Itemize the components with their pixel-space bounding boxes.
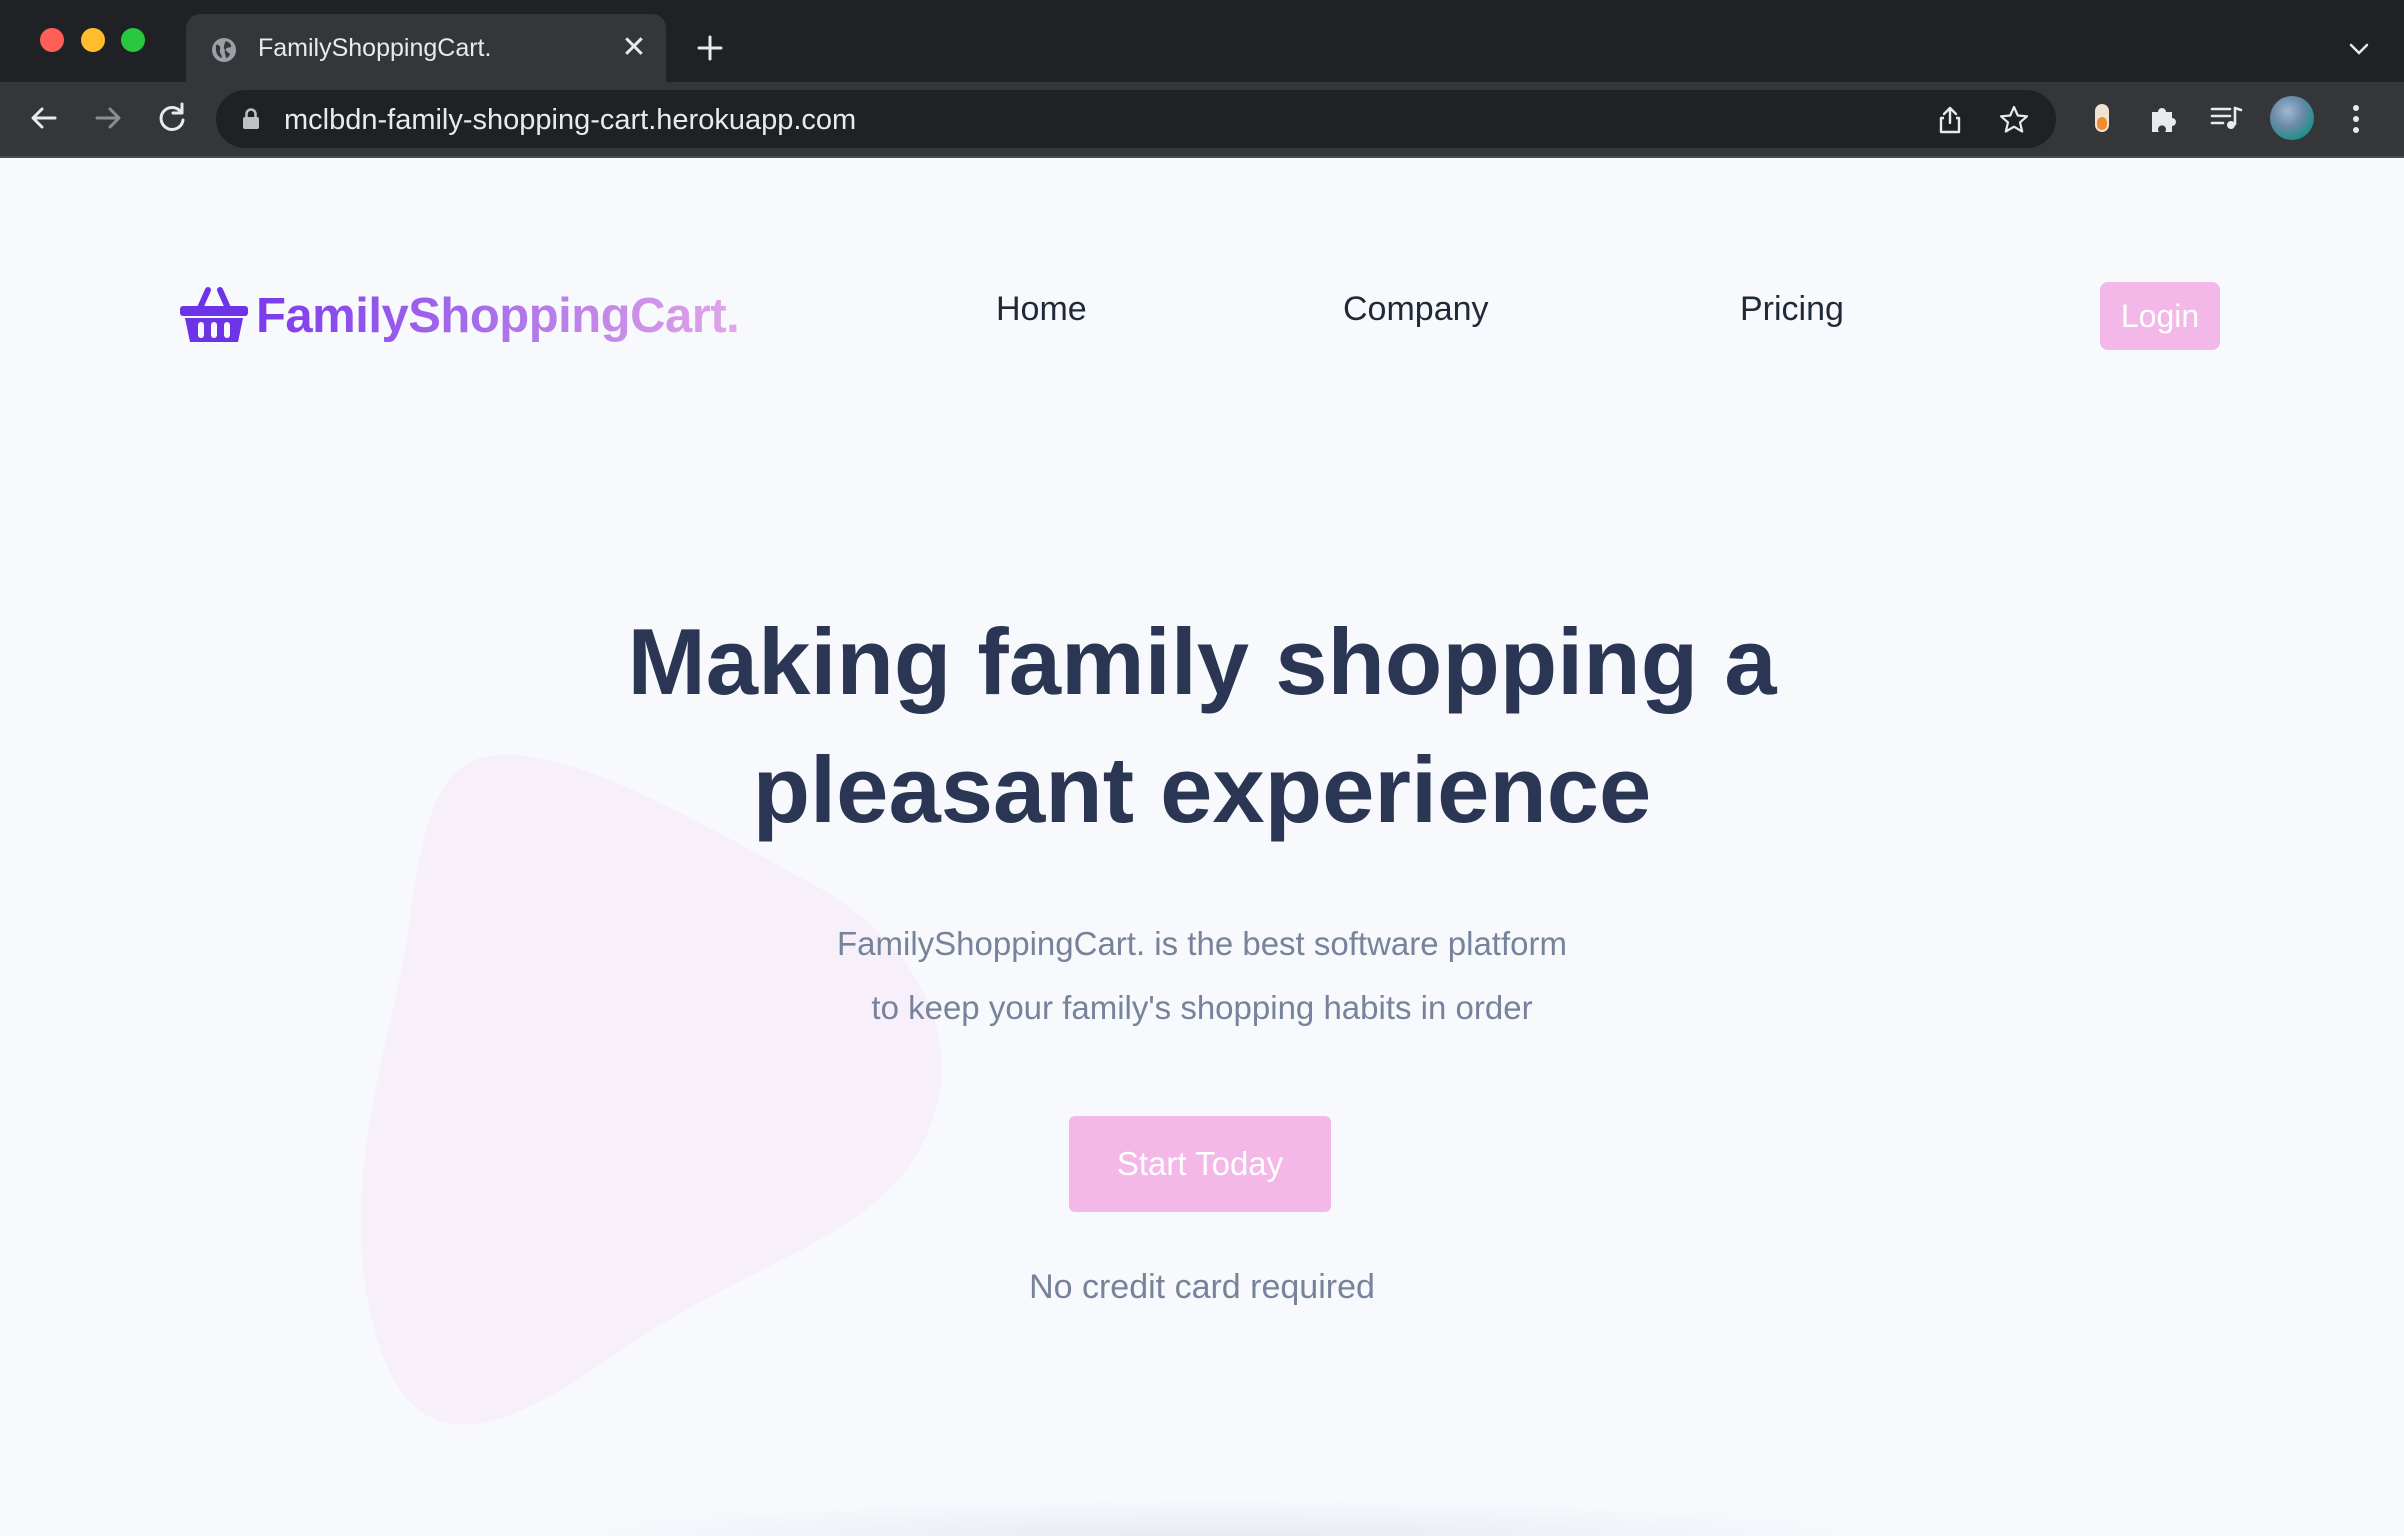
section-shadow: [520, 1498, 1920, 1536]
forward-arrow-icon[interactable]: [88, 98, 128, 138]
extension-icon[interactable]: [2084, 100, 2120, 136]
hero-subtitle-line-1: FamilyShoppingCart. is the best software…: [837, 925, 1567, 962]
decorative-blob: [360, 754, 942, 1425]
hero-title: Making family shopping a pleasant experi…: [402, 598, 2002, 854]
start-today-button[interactable]: Start Today: [1069, 1116, 1331, 1212]
back-arrow-icon[interactable]: [24, 98, 64, 138]
plus-icon[interactable]: [690, 28, 730, 68]
lock-icon[interactable]: [242, 108, 260, 130]
url-text[interactable]: mclbdn-family-shopping-cart.herokuapp.co…: [284, 104, 856, 137]
tab-title: FamilyShoppingCart.: [258, 34, 492, 62]
puzzle-icon[interactable]: [2146, 100, 2182, 136]
brand-logo-link[interactable]: FamilyShoppingCart.: [178, 284, 740, 348]
basket-icon: [180, 287, 248, 342]
nav-link-pricing[interactable]: Pricing: [1740, 290, 1844, 329]
hero-title-line-1: Making family shopping a: [627, 609, 1777, 714]
minimize-window-button[interactable]: [81, 28, 105, 52]
star-icon[interactable]: [1998, 104, 2030, 136]
nav-link-company[interactable]: Company: [1343, 290, 1489, 329]
browser-tab[interactable]: FamilyShoppingCart. ✕: [186, 14, 666, 82]
login-button[interactable]: Login: [2100, 282, 2220, 350]
brand-name: FamilyShoppingCart.: [256, 289, 740, 343]
reload-icon[interactable]: [152, 98, 192, 138]
page-viewport: FamilyShoppingCart. Home Company Pricing…: [0, 158, 2404, 1536]
chevron-down-icon[interactable]: [2344, 34, 2374, 64]
nav-link-home[interactable]: Home: [996, 290, 1087, 329]
no-credit-card-note: No credit card required: [1029, 1268, 1375, 1306]
media-queue-icon[interactable]: [2208, 100, 2244, 136]
hero-title-line-2: pleasant experience: [752, 737, 1652, 842]
tab-close-icon[interactable]: ✕: [620, 33, 648, 63]
share-icon[interactable]: [1934, 104, 1966, 136]
browser-window: FamilyShoppingCart. ✕ mclbdn-family-shop…: [0, 0, 2404, 1536]
tab-bar: FamilyShoppingCart. ✕: [0, 0, 2404, 82]
address-bar[interactable]: mclbdn-family-shopping-cart.herokuapp.co…: [216, 90, 2056, 148]
browser-toolbar: mclbdn-family-shopping-cart.herokuapp.co…: [0, 82, 2404, 158]
more-menu-icon[interactable]: [2344, 100, 2368, 138]
hero-subtitle-line-2: to keep your family's shopping habits in…: [871, 989, 1533, 1026]
hero-subtitle: FamilyShoppingCart. is the best software…: [602, 912, 1802, 1040]
close-window-button[interactable]: [40, 28, 64, 52]
globe-icon: [212, 38, 236, 62]
maximize-window-button[interactable]: [121, 28, 145, 52]
profile-avatar[interactable]: [2270, 96, 2314, 140]
